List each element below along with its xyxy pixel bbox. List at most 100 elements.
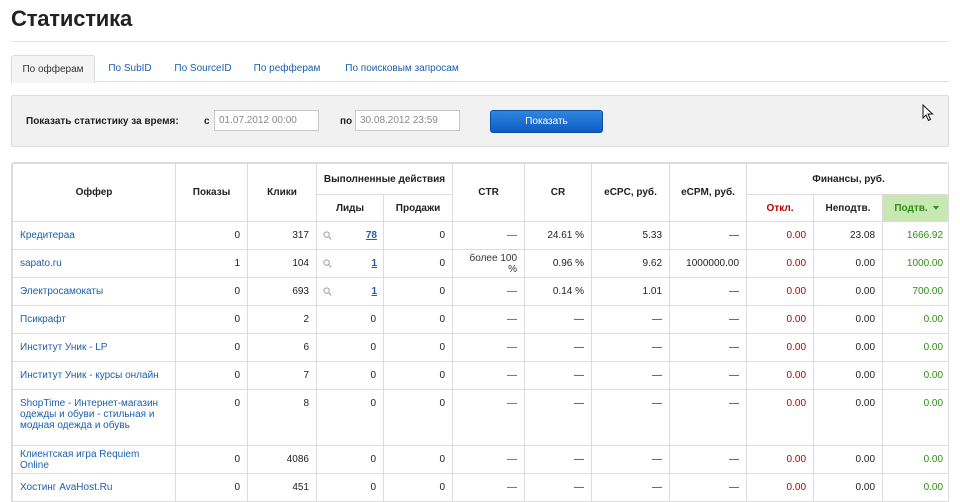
tab-by-referrers[interactable]: По рефферам xyxy=(247,55,327,82)
col-header-cr[interactable]: CR xyxy=(524,163,593,222)
cell-cr: — xyxy=(524,445,593,474)
from-label: с xyxy=(204,116,210,127)
tab-by-sourceid[interactable]: По SourceID xyxy=(166,55,240,82)
cell-unconfirmed: 0.00 xyxy=(813,361,884,390)
cell-shows: 0 xyxy=(175,277,248,306)
cell-rejected: 0.00 xyxy=(746,249,815,278)
cell-sales: 0 xyxy=(382,389,454,446)
cell-ecpm: 1000000.00 xyxy=(669,249,748,278)
search-icon[interactable] xyxy=(323,231,332,240)
col-header-ecpc[interactable]: eCPC, руб. xyxy=(591,163,671,222)
cell-clicks: 451 xyxy=(247,473,317,501)
to-label: по xyxy=(340,116,353,127)
cell-ecpc: — xyxy=(591,473,671,501)
cell-unconfirmed: 0.00 xyxy=(813,305,884,334)
table-row: sapato.ru 1 104 1 0 более 100 % 0.96 % 9.62 100… xyxy=(12,249,948,278)
offer-link[interactable]: Институт Уник - LP xyxy=(12,333,176,362)
col-header-ecpm[interactable]: eCPM, руб. xyxy=(669,163,748,222)
date-to-input[interactable]: 30.08.2012 23:59 xyxy=(355,110,460,131)
cell-shows: 0 xyxy=(175,333,248,362)
cell-ecpc: — xyxy=(591,361,671,390)
cell-leads: 0 xyxy=(316,361,384,390)
tab-by-search-queries[interactable]: По поисковым запросам xyxy=(337,55,467,82)
offer-link[interactable]: ShopTime - Интернет-магазин одежды и обу… xyxy=(12,389,176,446)
search-icon[interactable] xyxy=(323,287,332,296)
cell-shows: 1 xyxy=(175,249,248,278)
cell-clicks: 6 xyxy=(247,333,317,362)
cell-confirmed: 1666.92 xyxy=(882,221,948,250)
cell-rejected: 0.00 xyxy=(746,445,815,474)
offer-link[interactable]: Хостинг AvaHost.Ru xyxy=(12,473,176,501)
cell-rejected: 0.00 xyxy=(746,305,815,334)
cell-shows: 0 xyxy=(175,445,248,474)
offer-link[interactable]: Кредитераа xyxy=(12,221,176,250)
leads-link[interactable]: 1 xyxy=(371,258,377,269)
cell-leads: 1 xyxy=(316,277,384,306)
cell-unconfirmed: 0.00 xyxy=(813,473,884,501)
cell-ecpc: — xyxy=(591,305,671,334)
cell-cr: 24.61 % xyxy=(524,221,593,250)
cell-unconfirmed: 0.00 xyxy=(813,277,884,306)
cell-ecpc: 1.01 xyxy=(591,277,671,306)
cell-shows: 0 xyxy=(175,361,248,390)
cell-clicks: 2 xyxy=(247,305,317,334)
cell-rejected: 0.00 xyxy=(746,333,815,362)
sort-desc-icon xyxy=(932,205,939,210)
cell-ctr: — xyxy=(452,277,526,306)
cell-clicks: 693 xyxy=(247,277,317,306)
cell-ecpc: 9.62 xyxy=(591,249,671,278)
cell-leads: 0 xyxy=(316,389,384,446)
cell-ctr: более 100 % xyxy=(452,249,526,278)
col-header-sales[interactable]: Продажи xyxy=(382,194,454,222)
cell-clicks: 4086 xyxy=(247,445,317,474)
title-divider xyxy=(11,41,949,42)
cell-shows: 0 xyxy=(175,389,248,446)
offer-link[interactable]: sapato.ru xyxy=(12,249,176,278)
cell-cr: — xyxy=(524,361,593,390)
col-header-clicks[interactable]: Клики xyxy=(247,163,317,222)
cell-rejected: 0.00 xyxy=(746,361,815,390)
tab-by-subid[interactable]: По SubID xyxy=(99,55,161,82)
offer-link[interactable]: Клиентская игра Requiem Online xyxy=(12,445,176,474)
cell-sales: 0 xyxy=(382,473,454,501)
table-row: Псикрафт 0 2 0 0— — — —0.00 0.00 0.00 xyxy=(12,305,948,334)
col-header-confirmed-label: Подтв. xyxy=(894,202,928,214)
cell-ecpm: — xyxy=(669,221,748,250)
table-row: Институт Уник - курсы онлайн 0 7 0 0— — — —0.00… xyxy=(12,361,948,390)
col-header-leads[interactable]: Лиды xyxy=(316,194,384,222)
cell-confirmed: 0.00 xyxy=(882,305,948,334)
cell-ecpc: 5.33 xyxy=(591,221,671,250)
search-icon[interactable] xyxy=(323,259,332,268)
cell-sales: 0 xyxy=(382,277,454,306)
show-button[interactable]: Показать xyxy=(490,110,603,133)
tab-by-offers[interactable]: По офферам xyxy=(11,55,95,83)
cell-ctr: — xyxy=(452,389,526,446)
leads-link[interactable]: 78 xyxy=(366,230,377,241)
date-from-input[interactable]: 01.07.2012 00:00 xyxy=(214,110,319,131)
table-row: Институт Уник - LP 0 6 0 0— — — —0.00 0.00 0.00 xyxy=(12,333,948,362)
leads-link[interactable]: 1 xyxy=(371,286,377,297)
col-header-confirmed[interactable]: Подтв. xyxy=(882,194,948,222)
cell-ecpm: — xyxy=(669,305,748,334)
cell-confirmed: 1000.00 xyxy=(882,249,948,278)
col-header-ctr[interactable]: CTR xyxy=(452,163,526,222)
page-title: Статистика xyxy=(11,6,132,31)
cell-clicks: 7 xyxy=(247,361,317,390)
cell-clicks: 104 xyxy=(247,249,317,278)
cell-ecpc: — xyxy=(591,389,671,446)
cell-cr: — xyxy=(524,473,593,501)
col-header-rejected[interactable]: Откл. xyxy=(746,194,815,222)
col-header-unconfirmed[interactable]: Неподтв. xyxy=(813,194,884,222)
cell-ecpm: — xyxy=(669,445,748,474)
cell-confirmed: 0.00 xyxy=(882,333,948,362)
offer-link[interactable]: Институт Уник - курсы онлайн xyxy=(12,361,176,390)
table-row: Хостинг AvaHost.Ru 0 451 0 0— — — —0.00 0.00 0.00 xyxy=(12,473,948,501)
offer-link[interactable]: Электросамокаты xyxy=(12,277,176,306)
cell-ecpm: — xyxy=(669,473,748,501)
offer-link[interactable]: Псикрафт xyxy=(12,305,176,334)
col-header-shows[interactable]: Показы xyxy=(175,163,248,222)
cell-leads: 0 xyxy=(316,473,384,501)
col-header-offer[interactable]: Оффер xyxy=(12,163,176,222)
cell-unconfirmed: 0.00 xyxy=(813,333,884,362)
table-row: Электросамокаты 0 693 1 0—0.14 % 1.01—0.00 0.… xyxy=(12,277,948,306)
